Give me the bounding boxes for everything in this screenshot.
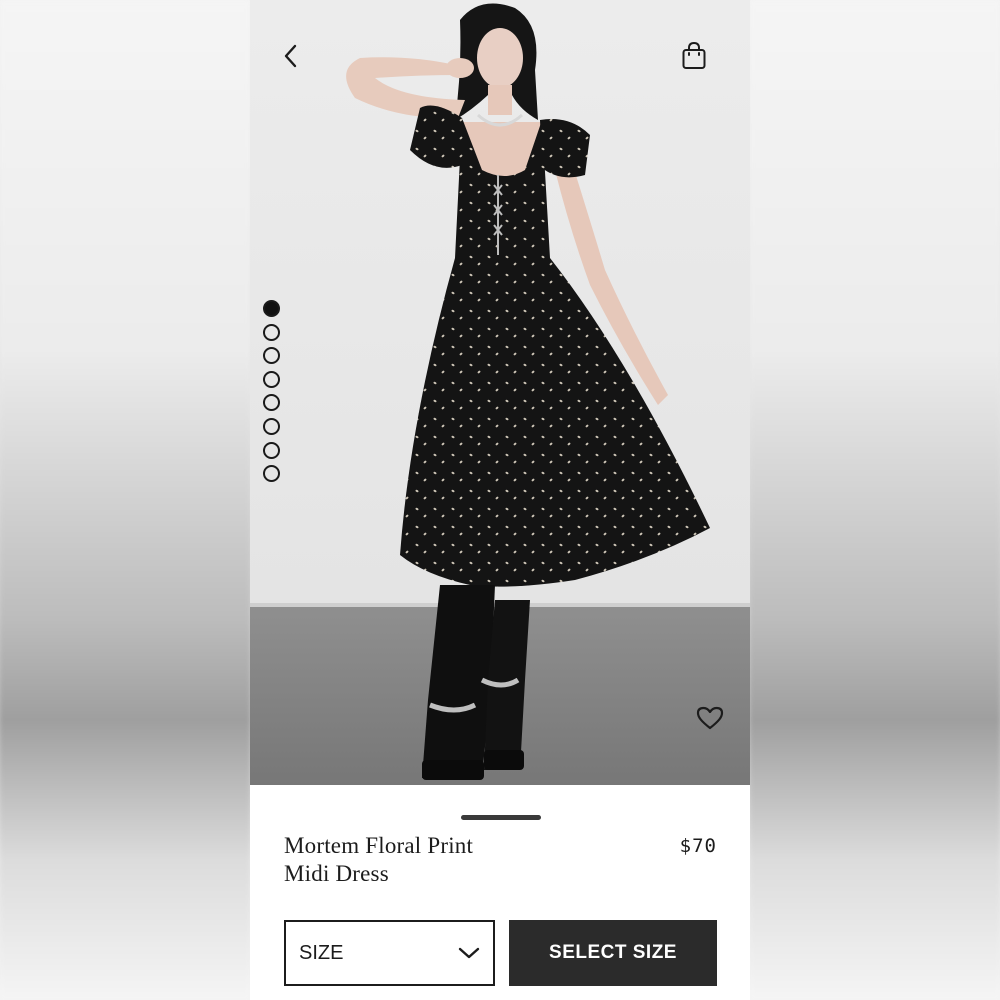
gallery-dot[interactable] [263, 370, 280, 388]
select-size-button[interactable]: SELECT SIZE [509, 920, 717, 986]
gallery-dot[interactable] [263, 300, 280, 317]
background-blur-left [0, 0, 250, 1000]
model-wearing-dress [346, 3, 710, 780]
gallery-dot[interactable] [263, 394, 280, 412]
background-blur-right [750, 0, 1000, 1000]
gallery-pagination [263, 300, 285, 483]
chevron-left-icon [284, 44, 297, 68]
chevron-down-icon [458, 947, 480, 959]
cart-button[interactable] [676, 38, 712, 74]
product-info-sheet: Mortem Floral Print Midi Dress $70 SIZE … [250, 785, 750, 1000]
product-image[interactable] [250, 0, 750, 785]
product-price: $70 [679, 835, 717, 857]
product-title: Mortem Floral Print Midi Dress [284, 832, 584, 888]
size-dropdown-label: SIZE [299, 941, 344, 964]
product-title-line-1: Mortem Floral Print [284, 833, 474, 858]
gallery-dot[interactable] [263, 417, 280, 435]
product-title-line-2: Midi Dress [284, 861, 389, 886]
sheet-drag-handle[interactable] [461, 815, 541, 820]
gallery-dot[interactable] [263, 441, 280, 459]
size-dropdown[interactable]: SIZE [284, 920, 495, 986]
favorite-button[interactable] [692, 700, 728, 736]
product-screen: Mortem Floral Print Midi Dress $70 SIZE … [250, 0, 750, 1000]
gallery-dot[interactable] [263, 347, 280, 365]
gallery-dot[interactable] [263, 323, 280, 341]
back-button[interactable] [274, 38, 310, 74]
heart-outline-icon [696, 706, 724, 730]
gallery-dot[interactable] [263, 465, 280, 483]
shopping-bag-icon [682, 41, 706, 69]
